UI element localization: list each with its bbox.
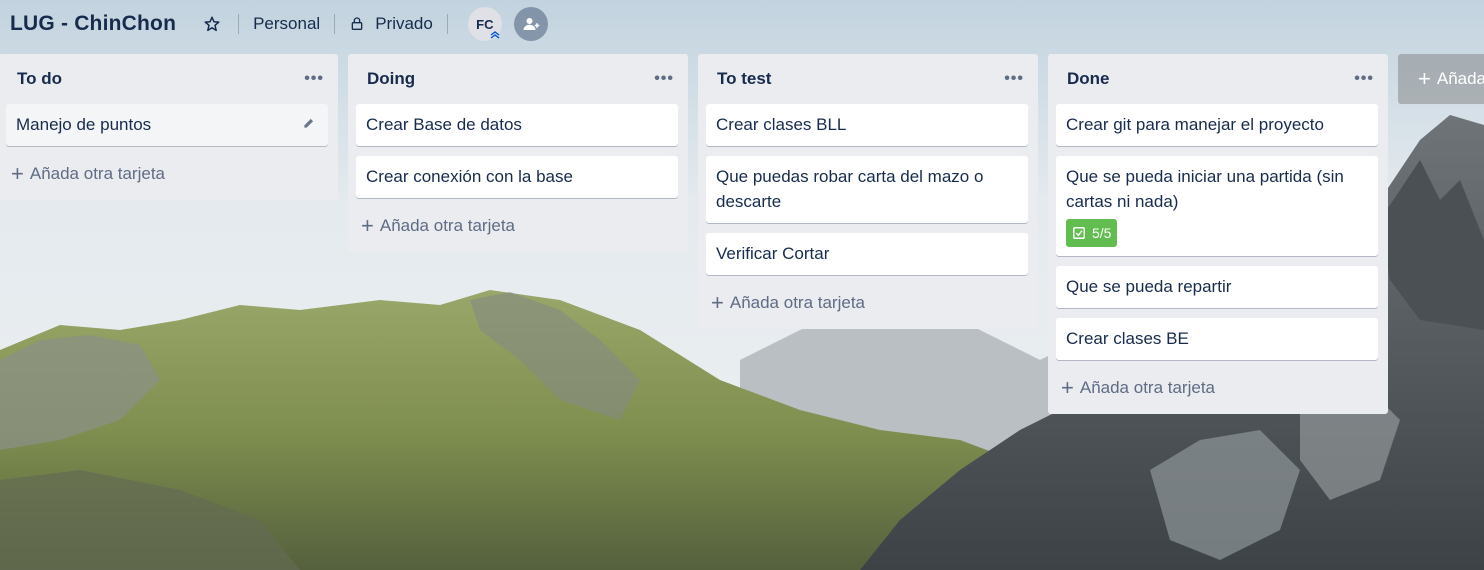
- pencil-icon[interactable]: [302, 116, 316, 130]
- checkbox-icon: [1073, 227, 1085, 239]
- plus-icon: +: [1418, 66, 1431, 91]
- plus-icon: +: [1061, 375, 1074, 400]
- card-title: Manejo de puntos: [16, 115, 152, 134]
- list-menu-button[interactable]: •••: [1004, 70, 1024, 88]
- list-header: To test •••: [706, 54, 1028, 104]
- list-menu-button[interactable]: •••: [654, 70, 674, 88]
- list-title[interactable]: To test: [717, 69, 771, 89]
- add-card-label: Añada otra tarjeta: [729, 293, 866, 312]
- add-card-label: Añada otra tarjeta: [379, 216, 516, 235]
- card-title: Que se pueda repartir: [1066, 277, 1232, 296]
- card[interactable]: Crear clases BE: [1056, 318, 1378, 360]
- card[interactable]: Manejo de puntos: [6, 104, 328, 146]
- list-menu-button[interactable]: •••: [1354, 70, 1374, 88]
- card[interactable]: Verificar Cortar: [706, 233, 1028, 275]
- plus-icon: +: [361, 213, 374, 238]
- header-divider: [238, 14, 240, 34]
- list-done: Done ••• Crear git para manejar el proye…: [1048, 54, 1388, 414]
- team-button[interactable]: Personal: [253, 8, 320, 40]
- member-avatar[interactable]: FC: [467, 7, 502, 41]
- card-title: Verificar Cortar: [716, 244, 830, 263]
- add-member-icon: [522, 15, 540, 33]
- list-title[interactable]: Doing: [367, 69, 415, 89]
- checklist-count: 5/5: [1092, 224, 1112, 241]
- add-card-button[interactable]: + Añada otra tarjeta: [706, 285, 1028, 321]
- card-title: Que se pueda iniciar una partida (sin ca…: [1066, 167, 1344, 211]
- plus-icon: +: [11, 161, 24, 186]
- card[interactable]: Crear conexión con la base: [356, 156, 678, 198]
- add-card-button[interactable]: + Añada otra tarjeta: [1056, 370, 1378, 406]
- card[interactable]: Que puedas robar carta del mazo o descar…: [706, 156, 1028, 223]
- header-divider: [334, 14, 336, 34]
- card[interactable]: Que se pueda iniciar una partida (sin ca…: [1056, 156, 1378, 256]
- add-card-button[interactable]: + Añada otra tarjeta: [6, 156, 328, 192]
- card[interactable]: Crear clases BLL: [706, 104, 1028, 146]
- list-menu-button[interactable]: •••: [304, 70, 324, 88]
- card-title: Crear clases BE: [1066, 329, 1189, 348]
- header-divider: [446, 14, 448, 34]
- list-to-test: To test ••• Crear clases BLL Que puedas …: [698, 54, 1038, 329]
- plus-icon: +: [711, 290, 724, 315]
- card-title: Crear clases BLL: [716, 115, 847, 134]
- list-header: Done •••: [1056, 54, 1378, 104]
- list-title[interactable]: Done: [1067, 69, 1110, 89]
- add-list-label: Añada: [1436, 69, 1484, 88]
- visibility-label: Privado: [375, 14, 433, 33]
- add-list-button[interactable]: + Añada: [1398, 54, 1484, 104]
- card-title: Crear git para manejar el proyecto: [1066, 115, 1324, 134]
- add-card-button[interactable]: + Añada otra tarjeta: [356, 208, 678, 244]
- visibility-button[interactable]: Privado: [349, 8, 433, 40]
- list-title[interactable]: To do: [17, 69, 62, 89]
- card-title: Que puedas robar carta del mazo o descar…: [716, 167, 984, 211]
- star-button[interactable]: [200, 8, 224, 40]
- list-doing: Doing ••• Crear Base de datos Crear cone…: [348, 54, 688, 252]
- admin-chevron-icon: [490, 30, 500, 40]
- add-card-label: Añada otra tarjeta: [29, 164, 166, 183]
- list-header: Doing •••: [356, 54, 678, 104]
- card[interactable]: Que se pueda repartir: [1056, 266, 1378, 308]
- star-icon: [203, 15, 221, 33]
- card-title: Crear Base de datos: [366, 115, 522, 134]
- board-header: LUG - ChinChon Personal Privado FC: [0, 0, 1484, 48]
- lock-icon: [349, 16, 365, 32]
- card[interactable]: Crear Base de datos: [356, 104, 678, 146]
- add-card-label: Añada otra tarjeta: [1079, 378, 1216, 397]
- board-title[interactable]: LUG - ChinChon: [10, 12, 176, 36]
- card-title: Crear conexión con la base: [366, 167, 573, 186]
- invite-member-button[interactable]: [513, 7, 548, 41]
- list-todo: To do ••• Manejo de puntos + Añada otra …: [0, 54, 338, 200]
- list-header: To do •••: [6, 54, 328, 104]
- card[interactable]: Crear git para manejar el proyecto: [1056, 104, 1378, 146]
- checklist-badge: 5/5: [1066, 219, 1118, 247]
